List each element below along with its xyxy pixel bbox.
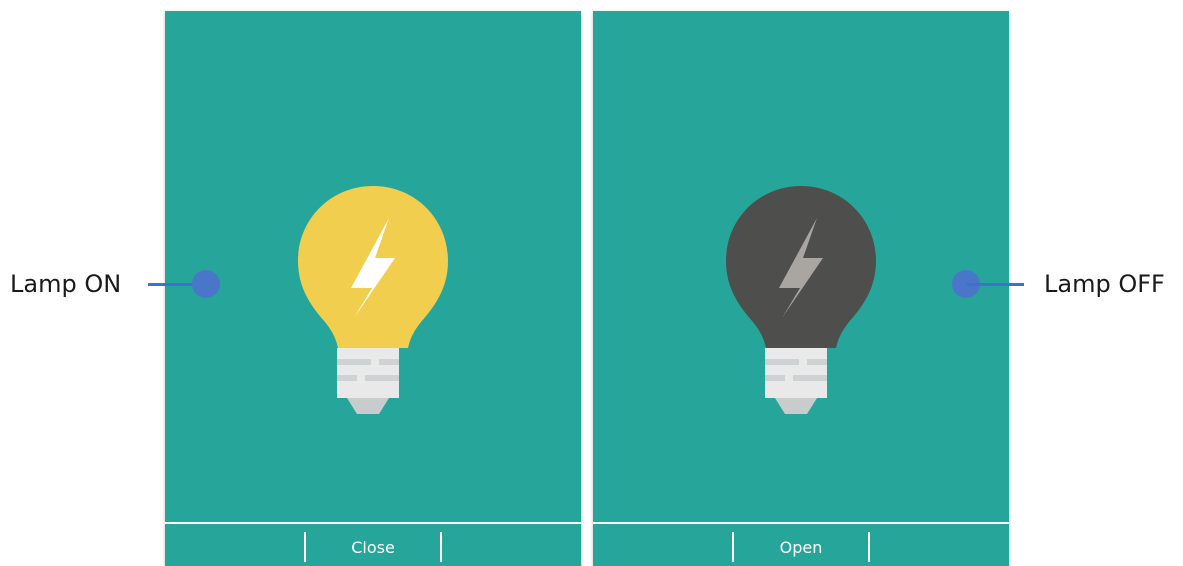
lamp-on-callout-label: Lamp ON [10,270,122,298]
lamp-off-callout-label: Lamp OFF [1044,270,1165,298]
lamp-off-callout-line [966,283,1024,286]
bottom-action-bar: Close [165,522,581,566]
close-button[interactable]: Close [304,532,442,562]
lamp-on-callout-dot [192,270,220,298]
bottom-action-bar: Open [593,522,1009,566]
lightbulb-off-icon [726,186,876,414]
lamp-comparison-screen: Close Open Lamp ON Lamp OFF [0,0,1183,566]
open-button[interactable]: Open [732,532,870,562]
lamp-off-panel: Open [593,11,1009,566]
lamp-on-panel: Close [165,11,581,566]
lightbulb-on-icon [298,186,448,414]
